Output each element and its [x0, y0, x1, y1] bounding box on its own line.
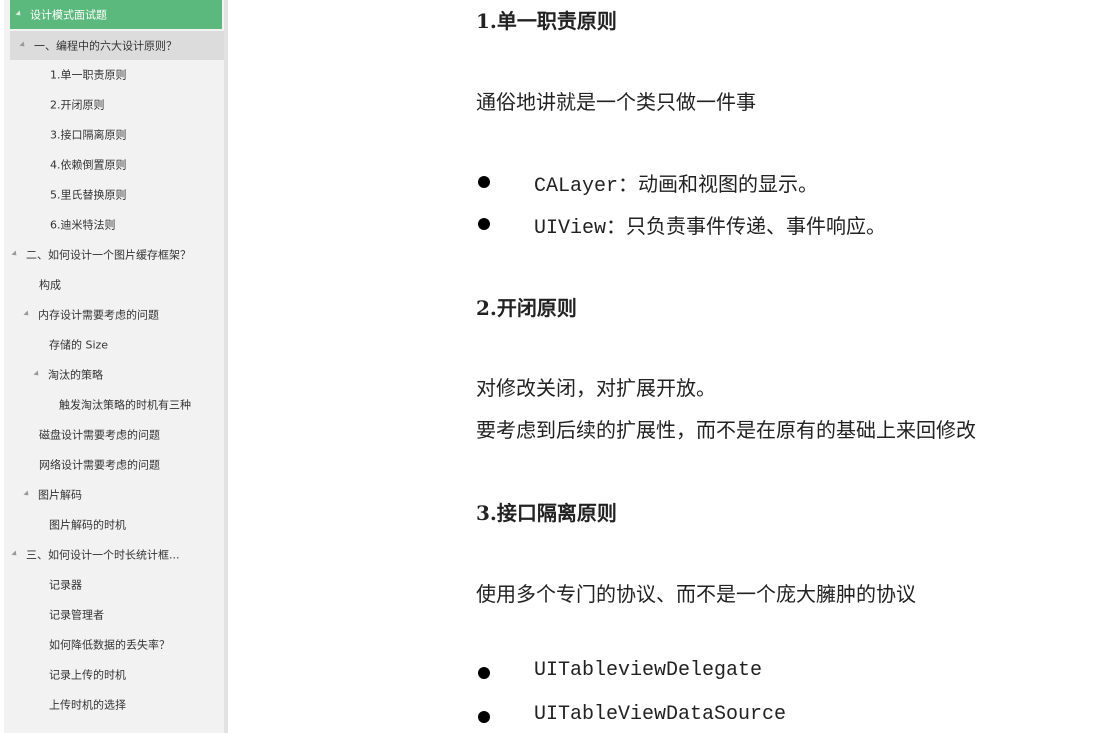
toc-item-h1[interactable]: 一、编程中的六大设计原则？	[10, 31, 224, 60]
bullet-icon	[478, 667, 490, 679]
toc-item[interactable]: 5.里氏替换原则	[10, 180, 224, 209]
toc-item-h3[interactable]: 淘汰的策略	[10, 360, 224, 389]
expand-arrow-icon[interactable]	[11, 250, 19, 258]
bullet-icon	[478, 218, 490, 230]
toc-item[interactable]: 构成	[10, 270, 224, 299]
toc-item-h1[interactable]: 二、如何设计一个图片缓存框架？	[10, 240, 218, 269]
toc-item-h1[interactable]: 三、如何设计一个时长统计框...	[10, 540, 218, 569]
code-text: UITableViewDataSource	[534, 703, 787, 726]
expand-arrow-icon[interactable]	[33, 370, 41, 378]
toc-item[interactable]: 记录管理者	[10, 600, 224, 629]
expand-arrow-icon[interactable]	[15, 10, 23, 18]
description-text: ：只负责事件传递、事件响应。	[606, 214, 887, 238]
code-text: CALayer	[534, 175, 619, 198]
toc-item[interactable]: 存储的 Size	[10, 330, 224, 359]
toc-item[interactable]: 3.接口隔离原则	[10, 120, 224, 149]
toc-item[interactable]: 网络设计需要考虑的问题	[10, 450, 224, 479]
expand-arrow-icon[interactable]	[19, 41, 27, 49]
paragraph: 要考虑到后续的扩展性，而不是在原有的基础上来回修改	[476, 418, 976, 442]
toc-item[interactable]: 记录器	[10, 570, 224, 599]
paragraph: 对修改关闭，对扩展开放。	[476, 376, 716, 400]
toc-item[interactable]: 如何降低数据的丢失率？	[10, 630, 224, 659]
toc-item[interactable]: 1.单一职责原则	[10, 60, 224, 89]
toc-item[interactable]: 触发淘汰策略的时机有三种	[10, 390, 224, 419]
toc-sidebar: 设计模式面试题 一、编程中的六大设计原则？ 1.单一职责原则 2.开闭原则 3.…	[4, 0, 228, 733]
section-heading: 1.单一职责原则	[476, 9, 617, 33]
toc-item[interactable]: 6.迪米特法则	[10, 210, 224, 239]
code-text: UIView	[534, 217, 607, 240]
expand-arrow-icon[interactable]	[23, 310, 31, 318]
section-heading: 2.开闭原则	[476, 296, 577, 320]
bullet-icon	[478, 711, 490, 723]
toc-item-h2[interactable]: 内存设计需要考虑的问题	[10, 300, 224, 329]
section-heading: 3.接口隔离原则	[476, 501, 617, 525]
paragraph: 通俗地讲就是一个类只做一件事	[476, 90, 756, 114]
toc-item[interactable]: 记录上传的时机	[10, 660, 224, 689]
expand-arrow-icon[interactable]	[23, 490, 31, 498]
toc-item[interactable]: 上传时机的选择	[10, 690, 224, 719]
toc-item-root[interactable]: 设计模式面试题	[10, 0, 222, 29]
toc-item[interactable]: 图片解码的时机	[10, 510, 224, 539]
code-text: UITableviewDelegate	[534, 659, 763, 682]
toc-item[interactable]: 2.开闭原则	[10, 90, 224, 119]
toc-item-h2[interactable]: 图片解码	[10, 480, 224, 509]
toc-item[interactable]: 磁盘设计需要考虑的问题	[10, 420, 224, 449]
description-text: ：动画和视图的显示。	[618, 172, 819, 196]
expand-arrow-icon[interactable]	[11, 550, 19, 558]
document-content: 1.单一职责原则 通俗地讲就是一个类只做一件事 CALayer：动画和视图的显示…	[476, 0, 1108, 733]
toc-item[interactable]: 4.依赖倒置原则	[10, 150, 224, 179]
bullet-icon	[478, 176, 490, 188]
paragraph: 使用多个专门的协议、而不是一个庞大臃肿的协议	[476, 582, 916, 606]
